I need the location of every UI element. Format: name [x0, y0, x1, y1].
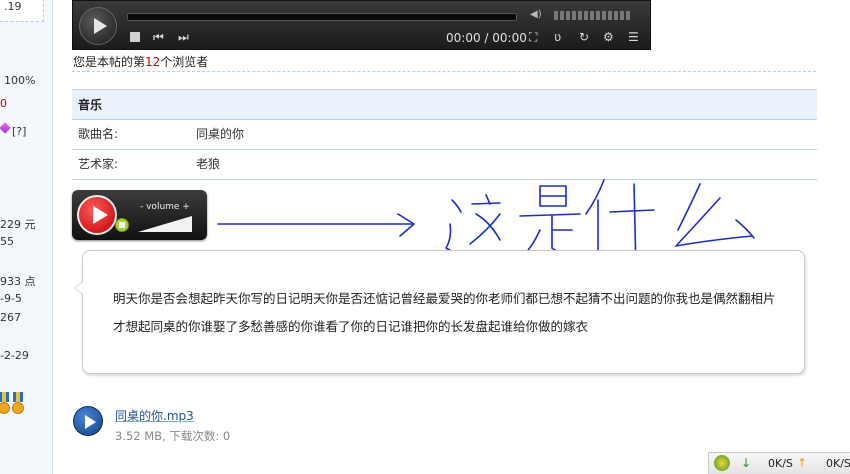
media-player: ◀) ⏮ ⏭ 00:00 / 00:00 ⛶ ʋ ↻ ⚙ ☰: [72, 0, 651, 50]
sidebar-value: 100%: [4, 74, 36, 87]
sidebar-value: -2-29: [0, 349, 29, 362]
sidebar-value: 0: [0, 97, 7, 110]
accelerator-logo-icon[interactable]: [714, 455, 730, 471]
medal-icon: [12, 392, 24, 420]
share-icon[interactable]: ʋ: [554, 31, 561, 43]
table-row: 艺术家: 老狼: [72, 150, 817, 180]
music-header: 音乐: [72, 89, 817, 120]
sidebar-value: 229 元: [0, 218, 36, 231]
attachment-link[interactable]: 同桌的你.mp3: [115, 407, 194, 424]
next-button[interactable]: ⏭: [178, 31, 189, 43]
upload-speed: 0K/S: [826, 457, 850, 470]
mini-play-button[interactable]: [77, 195, 117, 235]
time-display: 00:00 / 00:00: [446, 31, 527, 45]
lyrics-text: 明天你是否会想起昨天你写的日记明天你是否还惦记曾经最爱哭的你老师们都已想不起猜不…: [113, 291, 776, 334]
mini-player: - volume +: [72, 190, 207, 240]
left-sidebar: .19 100% 0 [?] 229 元 55 933 点 -9-5 267 -2-29: [0, 0, 53, 474]
fullscreen-icon[interactable]: ⛶: [529, 31, 537, 43]
artist-value: 老狼: [196, 157, 221, 171]
sidebar-value: 933 点: [0, 275, 36, 288]
song-name-label: 歌曲名:: [78, 127, 119, 141]
bubble-tail: [74, 281, 83, 295]
attachment-meta: 3.52 MB, 下载次数: 0: [115, 429, 231, 443]
sidebar-value: -9-5: [0, 292, 22, 305]
volume-label: - volume +: [140, 202, 190, 212]
stop-button[interactable]: [130, 32, 140, 42]
divider: [72, 71, 816, 72]
network-speed-widget: ↓ 0K/S ↑ 0K/S: [708, 452, 850, 474]
sidebar-value: 55: [0, 235, 14, 248]
seek-bar[interactable]: [127, 13, 517, 21]
viewer-count-text: 您是本帖的第12个浏览者: [73, 55, 209, 69]
music-info-table: 音乐 歌曲名: 同桌的你 艺术家: 老狼: [72, 89, 817, 180]
lyrics-bubble: 明天你是否会想起昨天你写的日记明天你是否还惦记曾经最爱哭的你老师们都已想不起猜不…: [74, 250, 805, 374]
speaker-icon[interactable]: ◀): [530, 10, 542, 20]
sidebar-value: [?]: [12, 125, 27, 138]
gem-icon: [0, 122, 11, 134]
artist-label: 艺术家:: [78, 157, 119, 171]
settings-gear-icon[interactable]: ⚙: [603, 31, 614, 43]
song-name-value: 同桌的你: [196, 127, 245, 141]
upload-arrow-icon: ↑: [797, 456, 808, 470]
viewer-count: 12: [145, 55, 161, 69]
play-button[interactable]: [79, 7, 117, 45]
repeat-icon[interactable]: ↻: [579, 31, 589, 43]
sidebar-value: .19: [4, 0, 22, 13]
volume-slider[interactable]: [554, 11, 642, 20]
medal-icon: [0, 392, 10, 420]
volume-wedge[interactable]: [138, 216, 192, 232]
audio-play-icon[interactable]: [73, 406, 103, 436]
table-row: 歌曲名: 同桌的你: [72, 120, 817, 150]
download-arrow-icon: ↓: [741, 456, 752, 470]
playlist-icon[interactable]: ☰: [628, 31, 639, 43]
previous-button[interactable]: ⏮: [153, 31, 164, 43]
download-speed: 0K/S: [768, 457, 793, 470]
sidebar-value: 267: [0, 311, 21, 324]
stop-indicator-icon[interactable]: [115, 218, 129, 232]
